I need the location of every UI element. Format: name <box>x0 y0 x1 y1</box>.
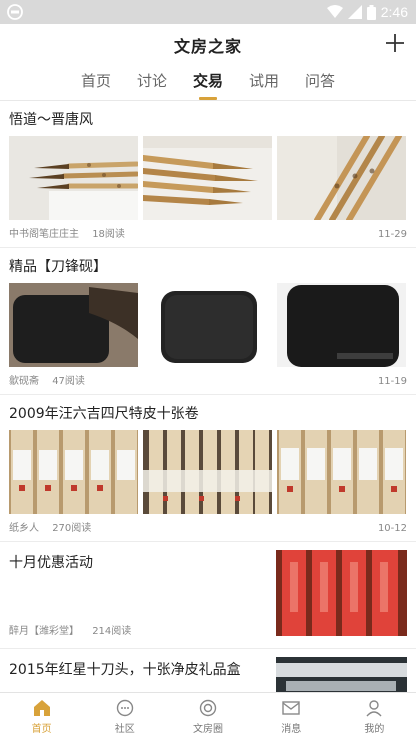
post-image[interactable] <box>277 136 406 220</box>
post-images <box>9 430 407 514</box>
post-reads: 270阅读 <box>52 523 92 534</box>
post-image[interactable] <box>9 136 138 220</box>
post-date: 11-29 <box>377 229 407 240</box>
tab-discussion[interactable]: 讨论 <box>131 64 173 100</box>
post-image[interactable] <box>143 283 272 367</box>
user-icon <box>366 700 382 717</box>
post-title: 2015年红星十刀头，十张净皮礼品盒 <box>9 662 241 678</box>
post-item[interactable]: 2015年红星十刀头，十张净皮礼品盒 <box>0 649 416 692</box>
nav-messages[interactable]: 消息 <box>250 693 333 740</box>
post-image[interactable] <box>276 657 407 692</box>
post-item[interactable]: 精品【刀锋砚】 歙砚斋 47阅读 11-19 <box>0 248 416 395</box>
circle-icon <box>199 699 217 717</box>
post-item[interactable]: 悟道～晋唐风 中书阁笔庄庄主 18阅读 11-29 <box>0 101 416 248</box>
bottom-navigation: 首页 社区 文房圈 消息 我的 <box>0 692 416 740</box>
nav-label: 首页 <box>31 724 52 735</box>
status-time: 2:46 <box>380 4 408 20</box>
post-reads: 214阅读 <box>92 626 132 637</box>
status-bar: 2:46 <box>0 0 416 24</box>
page-title: 文房之家 <box>173 37 242 56</box>
post-image[interactable] <box>9 430 138 514</box>
post-image[interactable] <box>277 283 406 367</box>
post-meta: 纸乡人 270阅读 10-12 <box>9 517 407 541</box>
post-meta: 中书阁笔庄庄主 18阅读 11-29 <box>9 223 407 247</box>
post-reads: 47阅读 <box>52 376 85 387</box>
nav-community[interactable]: 社区 <box>83 693 166 740</box>
post-item[interactable]: 2009年汪六吉四尺特皮十张卷 纸乡人 270阅读 10-12 <box>0 395 416 542</box>
app-header: 文房之家 <box>0 24 416 64</box>
post-author[interactable]: 歙砚斋 <box>9 376 39 387</box>
mail-icon <box>282 701 300 715</box>
signal-icon <box>347 5 362 19</box>
battery-icon <box>366 4 376 20</box>
post-image[interactable] <box>277 430 406 514</box>
category-tabs: 首页 讨论 交易 试用 问答 <box>0 64 416 100</box>
post-image[interactable] <box>143 136 272 220</box>
post-title: 精品【刀锋砚】 <box>9 259 107 275</box>
nav-circle[interactable]: 文房圈 <box>166 693 249 740</box>
nav-label: 消息 <box>281 724 302 735</box>
add-icon[interactable] <box>384 32 406 54</box>
wifi-icon <box>326 5 343 18</box>
post-date: 11-19 <box>377 376 407 387</box>
nav-home[interactable]: 首页 <box>0 693 83 740</box>
post-images <box>9 283 407 367</box>
tab-trade[interactable]: 交易 <box>187 64 229 100</box>
nav-label: 社区 <box>114 724 135 735</box>
post-author[interactable]: 纸乡人 <box>9 523 39 534</box>
post-author[interactable]: 醉月【潍彩堂】 <box>9 626 79 637</box>
post-author[interactable]: 中书阁笔庄庄主 <box>9 229 79 240</box>
post-images <box>9 136 407 220</box>
post-meta: 歙砚斋 47阅读 11-19 <box>9 370 407 394</box>
post-meta: 醉月【潍彩堂】 214阅读 <box>9 620 131 644</box>
chat-icon <box>116 699 133 717</box>
post-item[interactable]: 十月优惠活动 醉月【潍彩堂】 214阅读 <box>0 542 416 649</box>
post-feed[interactable]: 悟道～晋唐风 中书阁笔庄庄主 18阅读 11-29 精品【刀锋砚】 歙砚斋 47… <box>0 101 416 692</box>
nav-label: 文房圈 <box>193 724 223 735</box>
notification-icon <box>7 4 23 20</box>
home-icon <box>33 700 50 716</box>
post-image[interactable] <box>9 283 138 367</box>
post-title: 悟道～晋唐风 <box>9 112 93 128</box>
tab-trial[interactable]: 试用 <box>243 64 285 100</box>
nav-profile[interactable]: 我的 <box>333 693 416 740</box>
tab-home[interactable]: 首页 <box>75 64 117 100</box>
post-date: 10-12 <box>377 523 407 534</box>
post-image[interactable] <box>276 550 407 636</box>
post-title: 2009年汪六吉四尺特皮十张卷 <box>9 406 199 422</box>
post-title: 十月优惠活动 <box>9 555 93 571</box>
post-reads: 18阅读 <box>92 229 125 240</box>
tab-qa[interactable]: 问答 <box>299 64 341 100</box>
nav-label: 我的 <box>364 724 385 735</box>
post-image[interactable] <box>143 430 272 514</box>
